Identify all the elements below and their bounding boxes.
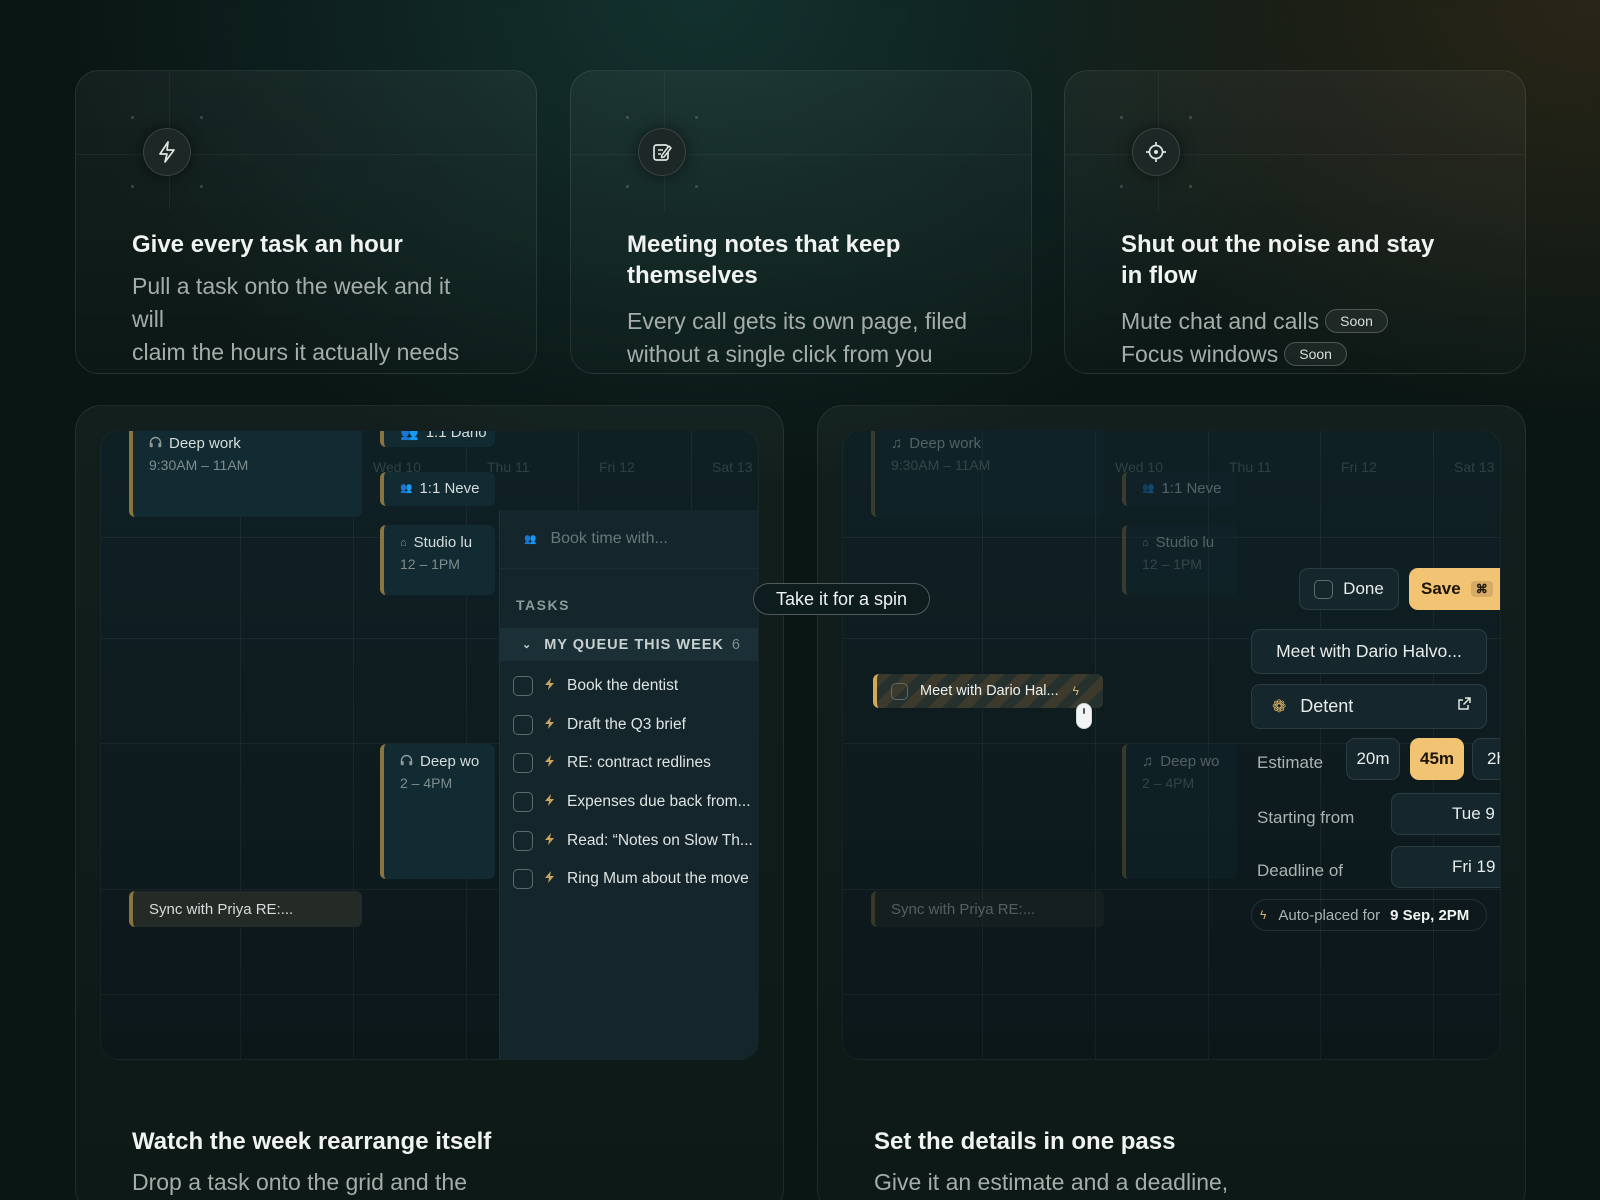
people-icon: 👥 xyxy=(1142,483,1155,494)
day-label: Sat 13 xyxy=(1454,459,1495,475)
task-label: Expenses due back from... xyxy=(567,793,751,811)
deadline-field[interactable]: Fri 19 S xyxy=(1391,846,1500,888)
bolt-icon xyxy=(545,832,555,850)
headphones-icon: ♫ xyxy=(1142,753,1154,770)
done-button[interactable]: Done xyxy=(1299,568,1399,610)
task-row[interactable]: Book the dentist xyxy=(500,667,758,706)
note-icon xyxy=(638,128,686,176)
bell-icon: ⌂ xyxy=(1142,536,1149,549)
calendar-event[interactable]: 👥 1:1 Dario xyxy=(380,430,495,447)
task-label: Book the dentist xyxy=(567,677,679,695)
start-label: Starting from xyxy=(1257,808,1355,827)
bell-icon: ⌂ xyxy=(400,536,407,549)
demo-title: Set the details in one pass xyxy=(874,1128,1176,1155)
demo-description: Give it an estimate and a deadline, xyxy=(874,1169,1229,1195)
save-button[interactable]: Save ⌘ xyxy=(1409,568,1500,610)
bolt-icon: ϟ xyxy=(1260,908,1267,922)
day-label: Sat 13 xyxy=(712,459,753,475)
headphones-icon xyxy=(400,753,413,770)
soon-badge: Soon xyxy=(1284,342,1347,366)
task-row[interactable]: Draft the Q3 brief xyxy=(500,706,758,745)
mouse-cursor-icon xyxy=(1076,703,1092,729)
people-icon: 👥 xyxy=(524,533,537,545)
calendar-event[interactable]: ♫ Deep wo 2 – 4PM xyxy=(1122,744,1237,879)
atom-icon: ❁ xyxy=(1272,696,1287,716)
calendar-event-sync-priya[interactable]: Sync with Priya RE:... xyxy=(871,891,1104,927)
task-row[interactable]: Read: “Notes on Slow Th... xyxy=(500,821,758,860)
task-label: Read: “Notes on Slow Th... xyxy=(567,831,753,849)
bolt-icon xyxy=(143,128,191,176)
target-icon xyxy=(1132,128,1180,176)
dragged-task[interactable]: Meet with Dario Hal... ϟ xyxy=(873,674,1103,708)
calendar-event[interactable]: ⌂ Studio lu 12 – 1PM xyxy=(1122,525,1237,595)
day-label: Fri 12 xyxy=(1341,459,1377,475)
project-selector[interactable]: ❁ Detent xyxy=(1251,684,1487,729)
calendar-event[interactable]: ♫ Deep work 9:30AM – 11AM xyxy=(871,431,1104,517)
task-row[interactable]: RE: contract redlines xyxy=(500,744,758,783)
estimate-label: Estimate xyxy=(1257,753,1324,772)
task-label: RE: contract redlines xyxy=(567,754,711,772)
calendar-preview: Wed 10 Thu 11 Fri 12 Sat 13 ♫ Deep work 9… xyxy=(842,430,1501,1060)
task-label: Draft the Q3 brief xyxy=(567,715,686,733)
bolt-icon xyxy=(545,793,555,811)
calendar-event[interactable]: Deep wo 2 – 4PM xyxy=(380,744,495,879)
feature-description: Mute chat and calls Soon Focus windows Soo… xyxy=(1121,305,1465,371)
deadline-label: Deadline of xyxy=(1257,861,1344,880)
headphones-icon: ♫ xyxy=(891,435,903,452)
headphones-icon xyxy=(149,435,162,452)
task-checkbox[interactable] xyxy=(513,792,533,813)
tasks-heading: TASKS xyxy=(516,597,570,613)
day-label: Thu 11 xyxy=(1229,459,1272,475)
feature-card-task-hour: Give every task an hour Pull a task onto… xyxy=(75,70,537,374)
estimate-option[interactable]: 20m xyxy=(1346,738,1400,780)
soon-badge: Soon xyxy=(1325,309,1388,333)
calendar-event[interactable]: ⌂ Studio lu 12 – 1PM xyxy=(380,525,495,595)
people-icon: 👥 xyxy=(400,483,413,494)
take-it-for-a-spin-button[interactable]: Take it for a spin xyxy=(753,583,931,615)
task-title-field[interactable]: Meet with Dario Halvo... xyxy=(1251,629,1487,674)
bolt-icon xyxy=(545,870,555,888)
feature-card-focus: Shut out the noise and stay in flow Mute… xyxy=(1064,70,1526,374)
feature-card-meeting-notes: Meeting notes that keep themselves Every… xyxy=(570,70,1032,374)
bolt-icon xyxy=(545,677,555,695)
feature-description: Every call gets its own page, filed with… xyxy=(627,308,968,367)
day-label: Fri 12 xyxy=(599,459,635,475)
calendar-event[interactable]: 👥 1:1 Neve xyxy=(1122,472,1237,506)
feature-description: Pull a task onto the week and it will cl… xyxy=(132,273,460,365)
start-date-field[interactable]: Tue 9 xyxy=(1391,793,1500,835)
calendar-event-sync-priya[interactable]: Sync with Priya RE:... xyxy=(129,891,362,927)
task-row[interactable]: Expenses due back from... xyxy=(500,783,758,822)
task-checkbox[interactable] xyxy=(513,869,533,890)
estimate-option-selected[interactable]: 45m xyxy=(1410,738,1464,780)
calendar-preview: Wed 10 Thu 11 Fri 12 Sat 13 Deep work 9:… xyxy=(100,430,759,1060)
bolt-icon xyxy=(545,716,555,734)
task-checkbox[interactable] xyxy=(513,830,533,851)
command-key-icon: ⌘ xyxy=(1470,581,1493,597)
calendar-event[interactable]: 👥 1:1 Neve xyxy=(380,472,495,506)
demo-card-details: Wed 10 Thu 11 Fri 12 Sat 13 ♫ Deep work 9… xyxy=(817,405,1526,1200)
task-checkbox[interactable] xyxy=(513,676,533,697)
task-panel: 👥 Book time with... TASKS ⌄ MY QUEUE THIS… xyxy=(499,510,758,1059)
task-label: Ring Mum about the move xyxy=(567,870,749,888)
feature-title: Give every task an hour xyxy=(132,231,403,258)
feature-title: Meeting notes that keep themselves xyxy=(627,231,901,289)
task-row[interactable]: Ring Mum about the move xyxy=(500,860,758,899)
people-icon: 👥 xyxy=(400,430,419,441)
calendar-event[interactable]: Deep work 9:30AM – 11AM xyxy=(129,431,362,517)
demo-card-week-rearrange: Wed 10 Thu 11 Fri 12 Sat 13 Deep work 9:… xyxy=(75,405,784,1200)
auto-placed-badge: ϟ Auto-placed for 9 Sep, 2PM xyxy=(1251,899,1487,931)
demo-title: Watch the week rearrange itself xyxy=(132,1128,492,1155)
feature-title: Shut out the noise and stay in flow xyxy=(1121,231,1435,289)
queue-toggle[interactable]: ⌄ MY QUEUE THIS WEEK 6 xyxy=(500,628,758,661)
chevron-down-icon: ⌄ xyxy=(522,639,533,651)
demo-description: Drop a task onto the grid and the xyxy=(132,1169,467,1195)
book-time-input[interactable]: 👥 Book time with... xyxy=(500,510,758,568)
estimate-option[interactable]: 2h xyxy=(1472,738,1500,780)
task-checkbox[interactable] xyxy=(513,753,533,774)
bolt-icon: ϟ xyxy=(1072,684,1079,698)
external-link-icon xyxy=(1456,696,1472,717)
day-label: Thu 11 xyxy=(487,459,530,475)
task-checkbox[interactable] xyxy=(513,714,533,735)
bolt-icon xyxy=(545,754,555,772)
